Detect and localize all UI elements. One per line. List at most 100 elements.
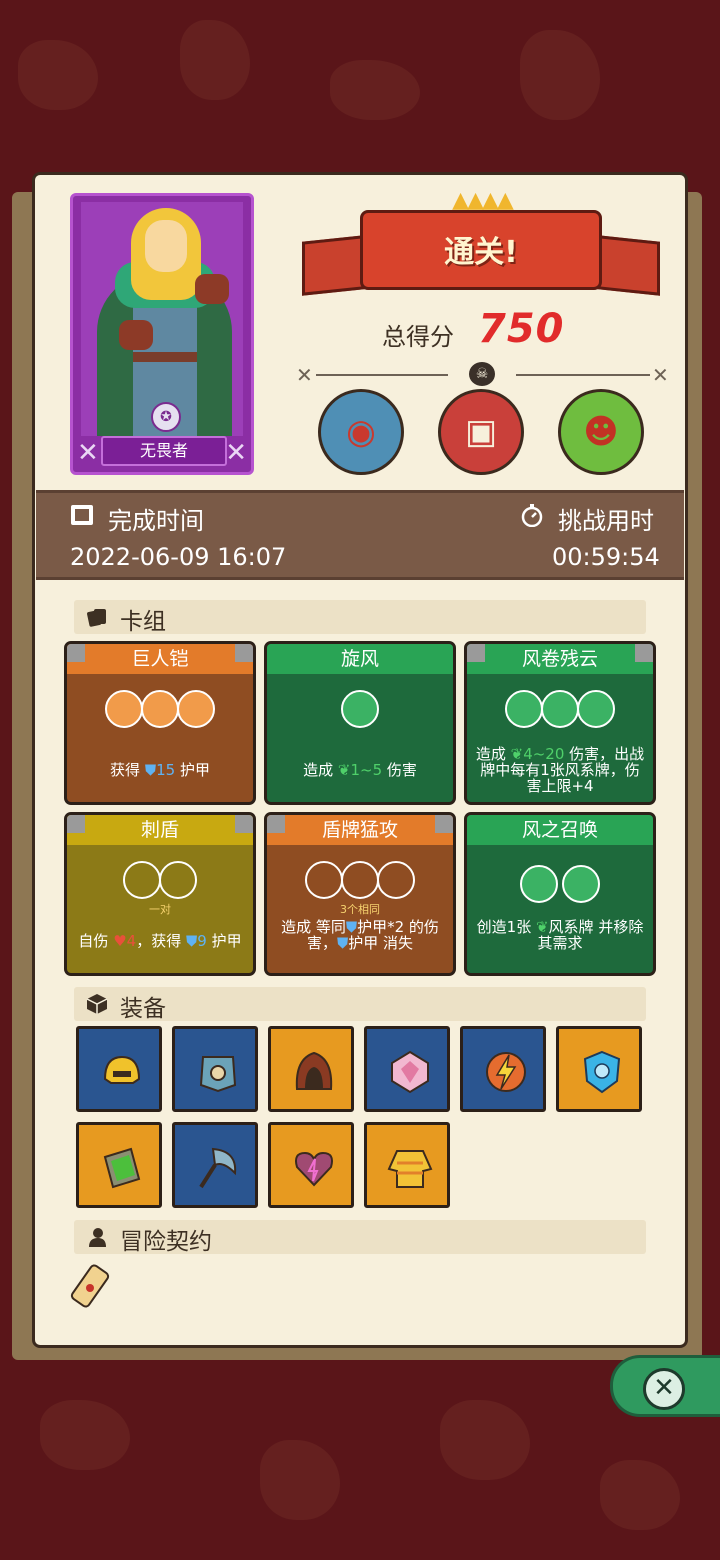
card-corner [67, 644, 85, 662]
card-cost [67, 690, 253, 728]
cursed-heart-icon[interactable] [268, 1122, 354, 1208]
card-giant-armor[interactable]: 巨人铠 获得 ⛊15 护甲 [64, 641, 256, 805]
deck-title: 卡组 [120, 609, 166, 635]
crossed-swords-icon: ✕ [652, 363, 669, 387]
contract-title: 冒险契约 [120, 1229, 212, 1255]
wind-orb-icon [341, 690, 379, 728]
card-corner [235, 815, 253, 833]
blue-fish-boss-icon[interactable]: ◉ [318, 389, 404, 475]
card-name: 巨人铠 [67, 644, 253, 674]
empty-orb-icon [305, 861, 343, 899]
card-description: 造成 等同⛊护甲*2 的伤害，⛊护甲 消失 [281, 918, 439, 952]
bone-icon: ✕ [77, 438, 99, 468]
skull-icon: ☠ [469, 362, 495, 386]
film-calendar-icon [71, 505, 93, 525]
crystal-gem-icon[interactable] [364, 1026, 450, 1112]
challenge-time-value: 00:59:54 [552, 543, 660, 571]
background-pattern [520, 30, 600, 120]
card-cost [467, 865, 653, 903]
divider [516, 374, 650, 376]
empty-orb-icon [377, 861, 415, 899]
card-shield-bash[interactable]: 盾牌猛攻 3个相同 造成 等同⛊护甲*2 的伤害，⛊护甲 消失 [264, 812, 456, 976]
background-pattern [40, 1400, 130, 1470]
cost-note: 3个相同 [340, 903, 380, 916]
fire-orb-icon [177, 690, 215, 728]
background-pattern [18, 40, 98, 110]
green-goblin-boss-icon[interactable]: ☻ [558, 389, 644, 475]
challenge-time-label: 挑战用时 [558, 507, 654, 535]
equipment-section-header: 装备 [74, 987, 646, 1022]
close-button[interactable]: ✕ [610, 1355, 720, 1417]
moss-book-icon[interactable] [76, 1122, 162, 1208]
score-label: 总得分 [382, 323, 454, 351]
complete-time-label: 完成时间 [108, 507, 204, 535]
card-name: 盾牌猛攻 [267, 815, 453, 845]
card-corner [267, 815, 285, 833]
card-description: 造成 ❦1~5 伤害 [303, 761, 417, 779]
shield-icon: ⛊ [336, 934, 349, 952]
background-pattern [180, 20, 250, 100]
card-cost [267, 690, 453, 728]
shield-icon: ⛊ [185, 932, 198, 950]
crossed-swords-icon: ✕ [296, 363, 313, 387]
hero-belt [133, 352, 197, 362]
fire-orb-icon [141, 690, 179, 728]
stopwatch-icon [521, 504, 543, 527]
contract-section-header: 冒险契约 [74, 1220, 646, 1255]
sweater-icon[interactable] [364, 1122, 450, 1208]
score-value: 750 [478, 306, 565, 352]
card-description: 造成 ❦4~20 伤害，出战牌中每有1张风系牌，伤害上限+4 [475, 745, 645, 795]
complete-time-value: 2022-06-09 16:07 [70, 543, 287, 571]
card-name: 风卷残云 [467, 644, 653, 674]
empty-orb-icon [341, 861, 379, 899]
card-description: 获得 ⛊15 护甲 [110, 761, 210, 779]
wind-orb-icon [505, 690, 543, 728]
card-corner [635, 644, 653, 662]
wind-orb-icon [541, 690, 579, 728]
card-corner [67, 815, 85, 833]
box-icon [86, 994, 108, 1014]
card-description: 创造1张 ❦风系牌 并移除其需求 [476, 918, 644, 952]
hood-icon[interactable] [268, 1026, 354, 1112]
clear-banner: 通关! [360, 210, 602, 290]
wind-orb-icon [561, 865, 600, 903]
card-whirlwind[interactable]: 旋风 造成 ❦1~5 伤害 [264, 641, 456, 805]
hero-portrait-card[interactable]: ✪ ✕ ✕ 无畏者 [70, 193, 254, 475]
bone-icon: ✕ [225, 438, 247, 468]
chest-armor-icon[interactable] [172, 1026, 258, 1112]
scroll-icon[interactable] [66, 1262, 114, 1312]
lightning-orb-icon[interactable] [460, 1026, 546, 1112]
card-corner [435, 815, 453, 833]
red-box-boss-icon[interactable]: ▣ [438, 389, 524, 475]
hero-gauntlet [119, 320, 153, 350]
card-name: 旋风 [267, 644, 453, 674]
hero-gauntlet [195, 274, 229, 304]
card-description: 自伤 ♥4，获得 ⛊9 护甲 [78, 932, 242, 950]
card-cost [67, 861, 253, 899]
background-pattern [260, 1440, 340, 1520]
hero-art [81, 202, 243, 436]
hero-face [145, 220, 187, 272]
empty-orb-icon [159, 861, 197, 899]
divider [316, 374, 448, 376]
star-emblem-icon: ✪ [151, 402, 181, 432]
card-cost [267, 861, 453, 899]
fire-orb-icon [105, 690, 143, 728]
equipment-title: 装备 [120, 996, 166, 1022]
ice-shield-icon[interactable] [556, 1026, 642, 1112]
cost-note: 一对 [149, 903, 171, 916]
card-corner [467, 644, 485, 662]
wind-orb-icon [577, 690, 615, 728]
card-cost [467, 690, 653, 728]
card-name: 刺盾 [67, 815, 253, 845]
hero-name: 无畏者 [101, 436, 227, 466]
card-thorn-shield[interactable]: 刺盾 一对 自伤 ♥4，获得 ⛊9 护甲 [64, 812, 256, 976]
close-icon: ✕ [643, 1368, 685, 1410]
time-bar: 完成时间 2022-06-09 16:07 挑战用时 00:59:54 [36, 490, 684, 580]
axe-blade-icon[interactable] [172, 1122, 258, 1208]
card-wind-summon[interactable]: 风之召唤 创造1张 ❦风系牌 并移除其需求 [464, 812, 656, 976]
broken-heart-icon: ♥ [113, 932, 127, 950]
card-name: 风之召唤 [467, 815, 653, 845]
golden-helmet-icon[interactable] [76, 1026, 162, 1112]
card-wind-sweep[interactable]: 风卷残云 造成 ❦4~20 伤害，出战牌中每有1张风系牌，伤害上限+4 [464, 641, 656, 805]
